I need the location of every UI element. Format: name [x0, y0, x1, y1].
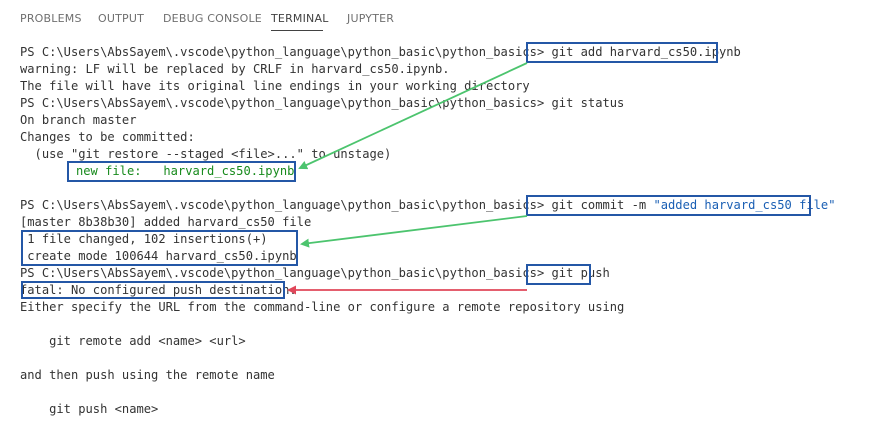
- terminal-line: On branch master: [20, 113, 137, 127]
- terminal-line: git remote add <name> <url>: [20, 334, 246, 348]
- terminal-output[interactable]: PS C:\Users\AbsSayem\.vscode\python_lang…: [20, 44, 881, 429]
- command-git-push: git push: [551, 266, 610, 280]
- new-file-name: harvard_cs50.ipynb: [163, 164, 295, 178]
- terminal-line: 1 file changed, 102 insertions(+): [20, 232, 268, 246]
- terminal-line: PS C:\Users\AbsSayem\.vscode\python_lang…: [20, 44, 741, 61]
- terminal-line: PS C:\Users\AbsSayem\.vscode\python_lang…: [20, 265, 610, 282]
- commit-command: git commit -m: [551, 198, 654, 212]
- prompt: PS C:\Users\AbsSayem\.vscode\python_lang…: [20, 266, 545, 280]
- prompt: PS C:\Users\AbsSayem\.vscode\python_lang…: [20, 45, 545, 59]
- tab-terminal[interactable]: TERMINAL: [271, 12, 329, 25]
- command-git-add: git add harvard_cs50.ipynb: [551, 45, 741, 59]
- terminal-line: The file will have its original line end…: [20, 79, 530, 93]
- prompt: PS C:\Users\AbsSayem\.vscode\python_lang…: [20, 198, 545, 212]
- terminal-line: warning: LF will be replaced by CRLF in …: [20, 62, 450, 76]
- terminal-line: and then push using the remote name: [20, 368, 275, 382]
- staged-file-line: new file: harvard_cs50.ipynb: [76, 163, 294, 180]
- terminal-line: PS C:\Users\AbsSayem\.vscode\python_lang…: [20, 95, 624, 112]
- command-git-commit: git commit -m "added harvard_cs50 file": [552, 198, 836, 212]
- terminal-line: [master 8b38b30] added harvard_cs50 file: [20, 215, 312, 229]
- command-git-status: git status: [551, 96, 625, 110]
- tab-jupyter[interactable]: JUPYTER: [347, 12, 394, 25]
- tab-problems[interactable]: PROBLEMS: [20, 12, 82, 25]
- terminal-line: Either specify the URL from the command-…: [20, 300, 625, 314]
- error-line: fatal: No configured push destination.: [20, 283, 297, 297]
- terminal-line: (use "git restore --staged <file>..." to…: [20, 147, 392, 161]
- terminal-line: Changes to be committed:: [20, 130, 195, 144]
- tab-debug-console[interactable]: DEBUG CONSOLE: [163, 12, 262, 25]
- terminal-line: git push <name>: [20, 402, 159, 416]
- commit-message: "added harvard_cs50 file": [653, 198, 836, 212]
- tab-output[interactable]: OUTPUT: [98, 12, 144, 25]
- terminal-line: PS C:\Users\AbsSayem\.vscode\python_lang…: [20, 197, 836, 214]
- terminal-line: create mode 100644 harvard_cs50.ipynb: [20, 249, 297, 263]
- panel-tab-bar: PROBLEMS OUTPUT DEBUG CONSOLE TERMINAL J…: [0, 0, 881, 36]
- new-file-label: new file:: [76, 164, 142, 178]
- active-tab-indicator: [271, 30, 323, 31]
- prompt: PS C:\Users\AbsSayem\.vscode\python_lang…: [20, 96, 545, 110]
